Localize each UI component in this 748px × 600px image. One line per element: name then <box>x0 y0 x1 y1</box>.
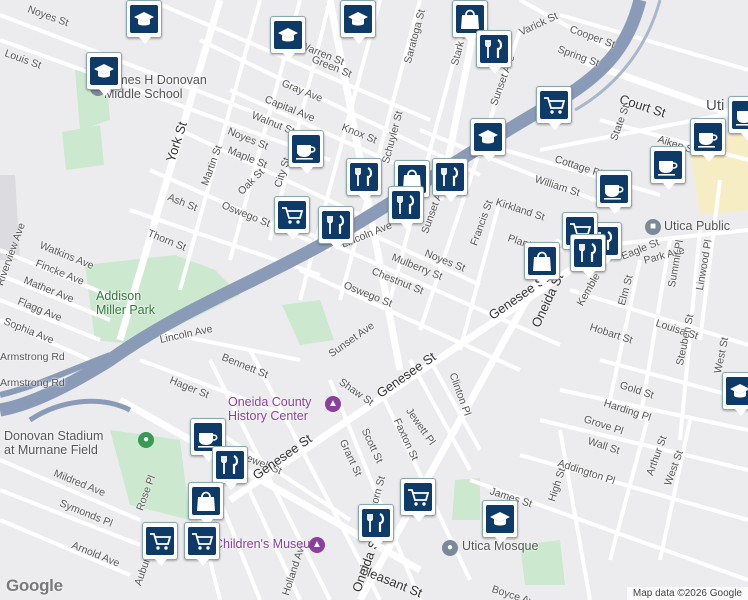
map-marker-restaurant[interactable] <box>432 158 468 202</box>
place-donovan-stadium[interactable]: Donovan Stadium at Murnane Field <box>4 429 104 458</box>
map-marker-grocery-cart[interactable] <box>274 196 310 240</box>
cafe-icon <box>600 175 628 203</box>
map-marker-restaurant[interactable] <box>388 186 424 230</box>
map-marker-restaurant[interactable] <box>570 234 606 278</box>
map-marker-restaurant[interactable] <box>476 30 512 74</box>
map-marker-cafe[interactable] <box>650 146 686 190</box>
map-marker-cafe[interactable] <box>728 96 748 140</box>
school-icon <box>90 57 118 85</box>
restaurant-icon <box>392 191 420 219</box>
restaurant-icon <box>574 239 602 267</box>
cafe-icon <box>654 151 682 179</box>
place-childrens-museum[interactable]: Children's Museum <box>214 537 321 552</box>
place-oneida-county-history-center[interactable]: Oneida County History Center <box>228 395 312 424</box>
museum-icon: ▲ <box>309 537 325 553</box>
school-icon <box>274 21 302 49</box>
grocery-cart-icon <box>404 483 432 511</box>
street-label: Armstrong Rd <box>0 377 65 389</box>
school-icon <box>474 123 502 151</box>
map-marker-restaurant[interactable] <box>358 504 394 548</box>
cafe-icon <box>292 135 320 163</box>
street-label: Armstrong Rd <box>0 351 65 363</box>
place-label: Utica Public <box>664 219 730 233</box>
stadium-icon: ● <box>138 432 154 448</box>
park-area <box>62 125 104 170</box>
cafe-icon <box>732 101 748 129</box>
map-marker-grocery-cart[interactable] <box>536 86 572 130</box>
map-marker-restaurant[interactable] <box>318 206 354 250</box>
map-marker-grocery-cart[interactable] <box>400 478 436 522</box>
park-area <box>282 300 334 345</box>
map-marker-shopping-bag[interactable] <box>188 482 224 526</box>
map-marker-school[interactable] <box>482 500 518 544</box>
park-area <box>452 478 480 520</box>
map-marker-restaurant[interactable] <box>346 158 382 202</box>
restaurant-icon <box>436 163 464 191</box>
map-marker-cafe[interactable] <box>690 118 726 162</box>
museum-icon: ▲ <box>325 396 341 412</box>
map-marker-school[interactable] <box>722 372 748 416</box>
place-label: Addison Miller Park <box>96 289 156 317</box>
restaurant-icon <box>480 35 508 63</box>
map-marker-school[interactable] <box>86 52 122 96</box>
map-canvas[interactable]: Noyes St Louis St Warren St Green St Gra… <box>0 0 748 600</box>
map-marker-grocery-cart[interactable] <box>142 522 178 566</box>
mosque-icon: ● <box>442 540 458 556</box>
restaurant-icon <box>216 451 244 479</box>
grocery-cart-icon <box>188 527 216 555</box>
restaurant-icon <box>322 211 350 239</box>
map-marker-school[interactable] <box>270 16 306 60</box>
shopping-bag-icon <box>528 247 556 275</box>
map-marker-school[interactable] <box>470 118 506 162</box>
place-label: Donovan Stadium at Murnane Field <box>4 429 104 457</box>
google-logo: Google <box>6 576 63 595</box>
place-addison-miller-park[interactable]: Addison Miller Park <box>96 289 156 318</box>
city-label-text: Uti <box>706 97 725 114</box>
place-label: Children's Museum <box>214 537 321 551</box>
grocery-cart-icon <box>540 91 568 119</box>
place-label: Oneida County History Center <box>228 395 312 423</box>
map-marker-cafe[interactable] <box>288 130 324 174</box>
place-utica-public-library[interactable]: Utica Public <box>664 219 730 234</box>
grocery-cart-icon <box>146 527 174 555</box>
school-icon <box>344 5 372 33</box>
restaurant-icon <box>350 163 378 191</box>
school-icon <box>486 505 514 533</box>
map-attribution[interactable]: Map data ©2026 Google <box>626 587 748 600</box>
map-marker-grocery-cart[interactable] <box>184 522 220 566</box>
school-icon <box>130 5 158 33</box>
map-marker-restaurant[interactable] <box>212 446 248 490</box>
grocery-cart-icon <box>278 201 306 229</box>
map-marker-school[interactable] <box>126 0 162 44</box>
library-icon: ■ <box>645 219 661 235</box>
map-marker-shopping-bag[interactable] <box>524 242 560 286</box>
map-marker-cafe[interactable] <box>596 170 632 214</box>
shopping-bag-icon <box>192 487 220 515</box>
cafe-icon <box>694 123 722 151</box>
restaurant-icon <box>362 509 390 537</box>
map-marker-school[interactable] <box>340 0 376 44</box>
city-label: Uti <box>706 97 725 115</box>
shopping-bag-icon <box>456 5 484 33</box>
school-icon <box>726 377 748 405</box>
